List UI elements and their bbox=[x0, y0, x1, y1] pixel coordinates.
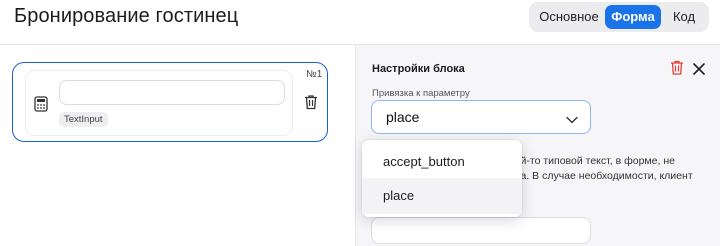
dropdown-option-place[interactable]: place bbox=[362, 178, 522, 214]
panel-divider bbox=[355, 45, 356, 246]
settings-field-input[interactable] bbox=[371, 217, 591, 244]
description-text-line1: кой-то типовой текст, в форме, не bbox=[510, 155, 675, 167]
tab-form[interactable]: Форма bbox=[605, 5, 661, 29]
chevron-down-icon bbox=[566, 112, 578, 124]
preview-text-input[interactable] bbox=[59, 80, 285, 105]
block-type-badge: TextInput bbox=[59, 112, 108, 127]
binding-label: Привязка к параметру bbox=[372, 88, 470, 99]
tab-main[interactable]: Основное bbox=[533, 5, 605, 29]
parameter-dropdown: accept_button place bbox=[362, 140, 522, 217]
settings-title: Настройки блока bbox=[372, 63, 465, 75]
header: Бронирование гостинец Основное Форма Код bbox=[0, 0, 720, 44]
tab-bar: Основное Форма Код bbox=[529, 2, 709, 32]
close-icon[interactable] bbox=[693, 62, 705, 75]
description-text-line2: нта. В случае необходимости, клиент bbox=[510, 170, 693, 182]
calculator-icon bbox=[34, 96, 48, 112]
parameter-select[interactable]: place bbox=[371, 100, 591, 134]
trash-icon[interactable] bbox=[304, 94, 318, 110]
delete-block-icon[interactable] bbox=[670, 60, 684, 75]
parameter-select-value: place bbox=[386, 109, 420, 125]
page-title: Бронирование гостинец bbox=[14, 5, 239, 27]
tab-code[interactable]: Код bbox=[663, 5, 705, 29]
dropdown-option-accept-button[interactable]: accept_button bbox=[362, 144, 522, 180]
block-number: №1 bbox=[306, 69, 323, 80]
